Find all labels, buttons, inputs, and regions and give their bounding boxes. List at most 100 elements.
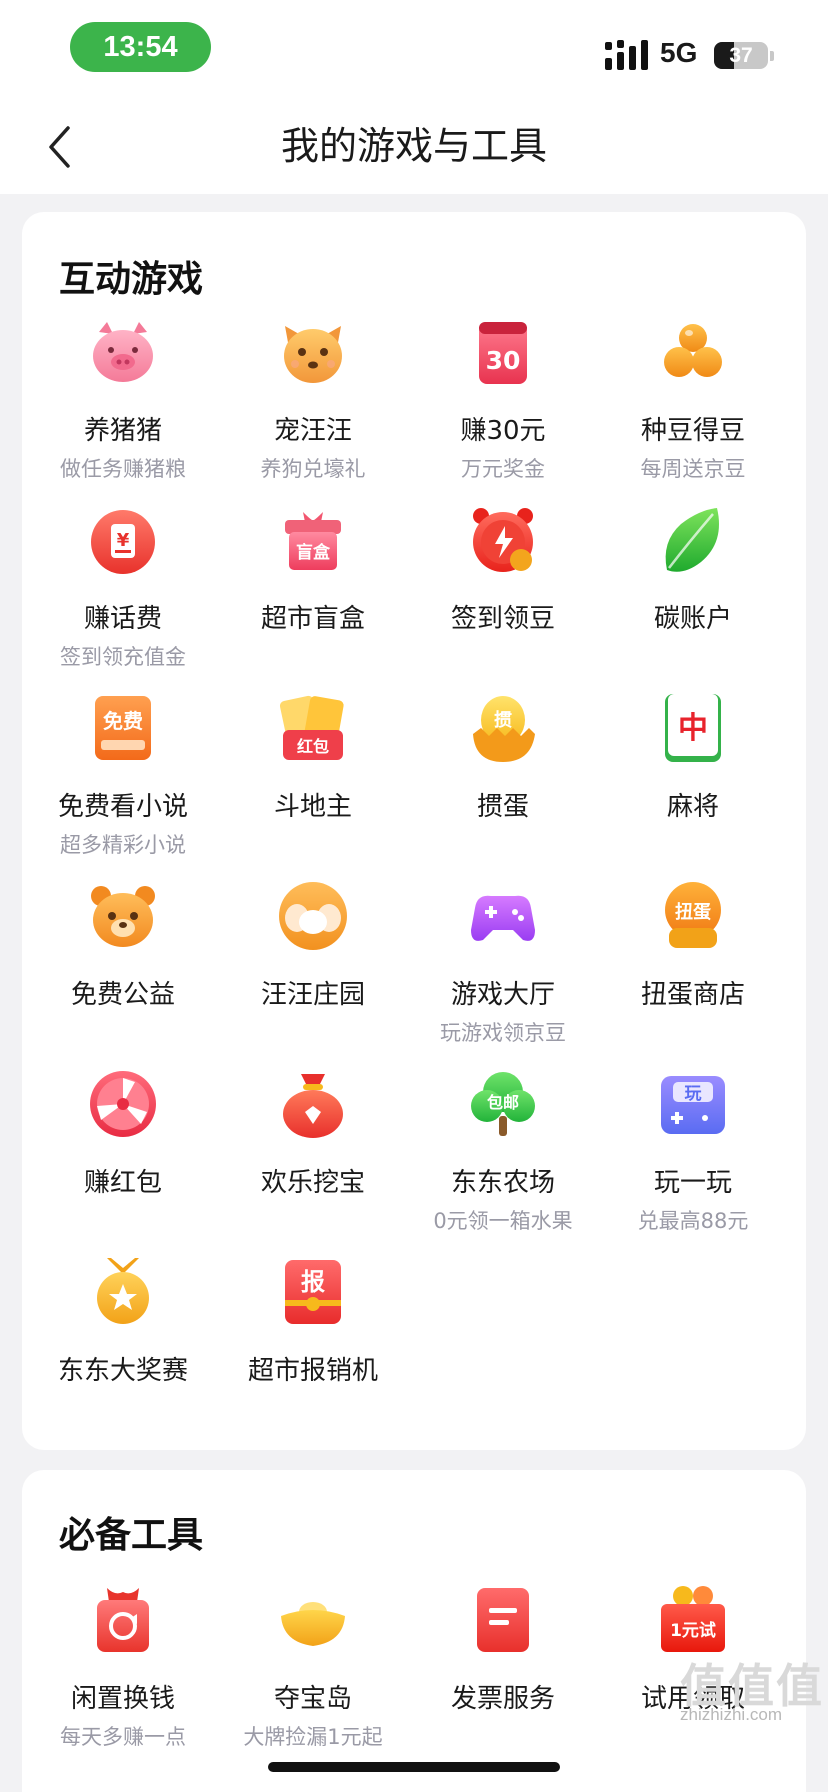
medal-icon — [85, 1254, 161, 1330]
status-time: 13:54 — [70, 22, 211, 72]
play-ticket-icon: 玩 — [655, 1066, 731, 1142]
game-item[interactable]: 免费公益 — [28, 878, 218, 1066]
game-item-label: 玩一玩 — [653, 1168, 732, 1198]
tool-item-label: 闲置换钱 — [70, 1684, 175, 1714]
game-item[interactable]: 养猪猪 做任务赚猪粮 — [28, 314, 218, 502]
game-item[interactable]: 碳账户 — [598, 502, 788, 690]
cards-icon: 红包 — [275, 690, 351, 766]
game-item-subtitle: 养狗兑壕礼 — [260, 457, 366, 481]
leaf-icon — [655, 502, 731, 578]
svg-text:包邮: 包邮 — [487, 1093, 519, 1112]
svg-text:掼: 掼 — [494, 709, 512, 731]
nav-bar: 我的游戏与工具 — [0, 100, 828, 194]
game-item-label: 东东农场 — [450, 1168, 555, 1198]
game-item[interactable]: 掼掼蛋 — [408, 690, 598, 878]
status-bar: 13:54 5G 37 — [0, 0, 828, 100]
game-item-subtitle: 每周送京豆 — [640, 457, 746, 481]
tool-item[interactable]: 闲置换钱每天多赚一点 — [28, 1582, 218, 1770]
game-item-label: 汪汪庄园 — [260, 980, 365, 1010]
game-item-label: 欢乐挖宝 — [260, 1168, 365, 1198]
game-item[interactable]: 种豆得豆 每周送京豆 — [598, 314, 788, 502]
game-item[interactable]: 玩玩一玩兑最高88元 — [598, 1066, 788, 1254]
tool-item-subtitle: 每天多赚一点 — [60, 1725, 186, 1749]
chevron-left-icon — [49, 126, 70, 168]
svg-text:红包: 红包 — [297, 737, 329, 756]
gamepad-icon — [465, 878, 541, 954]
game-item-label: 养猪猪 — [83, 416, 162, 446]
game-item-label: 麻将 — [666, 792, 719, 822]
game-item-label: 超市盲盒 — [260, 604, 365, 634]
bear-icon — [85, 878, 161, 954]
egg-icon: 掼 — [465, 690, 541, 766]
game-item[interactable]: 汪汪庄园 — [218, 878, 408, 1066]
invoice-icon — [465, 1582, 541, 1658]
game-item[interactable]: 30 赚30元 万元奖金 — [408, 314, 598, 502]
watermark: zhizhizhi.com — [680, 1705, 783, 1724]
game-item-label: 宠汪汪 — [273, 416, 352, 446]
book-icon: 免费 — [85, 690, 161, 766]
dog-icon — [275, 314, 351, 390]
tree-icon: 包邮 — [465, 1066, 541, 1142]
game-item-subtitle: 超多精彩小说 — [60, 833, 186, 857]
game-item-label: 东东大奖赛 — [57, 1356, 188, 1386]
game-item-label: 种豆得豆 — [640, 416, 745, 446]
svg-text:¥: ¥ — [117, 530, 130, 551]
game-item[interactable]: 东东大奖赛 — [28, 1254, 218, 1442]
page: 13:54 5G 37 我的游戏与工具 互动游戏 养猪猪 做任务赚猪粮 宠汪汪 养狗兑… — [0, 0, 828, 1792]
svg-text:报: 报 — [301, 1268, 325, 1296]
tool-item[interactable]: 发票服务 — [408, 1582, 598, 1770]
game-item[interactable]: 游戏大厅 玩游戏领京豆 — [408, 878, 598, 1066]
game-item-label: 超市报销机 — [247, 1356, 378, 1386]
svg-text:30: 30 — [486, 346, 521, 375]
game-item-subtitle: 兑最高88元 — [637, 1209, 749, 1233]
battery-icon: 37 — [714, 42, 768, 69]
yuan-coin-icon: ¥ — [85, 502, 161, 578]
tool-item-subtitle: 大牌捡漏1元起 — [243, 1725, 383, 1749]
game-item-label: 游戏大厅 — [450, 980, 555, 1010]
gold-ingot-icon — [275, 1582, 351, 1658]
game-item[interactable]: 签到领豆 — [408, 502, 598, 690]
section-title-games: 互动游戏 — [59, 259, 204, 300]
game-item[interactable]: 免费 免费看小说 超多精彩小说 — [28, 690, 218, 878]
game-item[interactable]: 赚红包 — [28, 1066, 218, 1254]
beans-icon — [655, 314, 731, 390]
game-item-label: 签到领豆 — [450, 604, 555, 634]
gift-box-icon: 盲盒 — [275, 502, 351, 578]
svg-text:1元试: 1元试 — [670, 1621, 716, 1641]
game-item[interactable]: 扭蛋 扭蛋商店 — [598, 878, 788, 1066]
game-item-label: 赚话费 — [83, 604, 162, 634]
capsule-machine-icon: 扭蛋 — [655, 878, 731, 954]
svg-text:盲盒: 盲盒 — [296, 542, 331, 563]
game-item[interactable]: 包邮 东东农场 0元领一箱水果 — [408, 1066, 598, 1254]
page-title: 我的游戏与工具 — [280, 124, 547, 168]
network-type: 5G — [660, 37, 698, 68]
games-section: 互动游戏 养猪猪 做任务赚猪粮 宠汪汪 养狗兑壕礼 30 赚30元 万元奖金 种豆得豆 每周送京… — [22, 212, 806, 1450]
game-item[interactable]: 宠汪汪 养狗兑壕礼 — [218, 314, 408, 502]
games-grid: 养猪猪 做任务赚猪粮 宠汪汪 养狗兑壕礼 30 赚30元 万元奖金 种豆得豆 每周送京豆 ¥ 赚话费… — [22, 314, 806, 1442]
tool-item-label: 夺宝岛 — [273, 1684, 352, 1714]
back-button[interactable] — [34, 120, 84, 174]
svg-text:中: 中 — [678, 711, 708, 746]
game-item-label: 扭蛋商店 — [640, 980, 745, 1010]
svg-text:玩: 玩 — [685, 1084, 702, 1104]
tool-item[interactable]: 夺宝岛大牌捡漏1元起 — [218, 1582, 408, 1770]
game-item-subtitle: 做任务赚猪粮 — [60, 457, 186, 481]
svg-text:免费: 免费 — [103, 709, 143, 733]
game-item[interactable]: 中麻将 — [598, 690, 788, 878]
section-title-tools: 必备工具 — [59, 1515, 204, 1556]
home-indicator[interactable] — [268, 1762, 560, 1772]
alarm-clock-icon — [465, 502, 541, 578]
game-item[interactable]: ¥ 赚话费签到领充值金 — [28, 502, 218, 690]
svg-text:扭蛋: 扭蛋 — [675, 901, 711, 923]
game-item-label: 碳账户 — [653, 604, 732, 634]
recycle-box-icon — [85, 1582, 161, 1658]
game-item-label: 掼蛋 — [476, 792, 529, 822]
battery-level: 37 — [729, 44, 753, 67]
game-item[interactable]: 报超市报销机 — [218, 1254, 408, 1442]
puppy-face-icon — [275, 878, 351, 954]
game-item[interactable]: 红包 斗地主 — [218, 690, 408, 878]
game-item[interactable]: 盲盒 超市盲盒 — [218, 502, 408, 690]
game-item[interactable]: 欢乐挖宝 — [218, 1066, 408, 1254]
game-item-subtitle: 签到领充值金 — [60, 645, 186, 669]
receipt-icon: 报 — [275, 1254, 351, 1330]
